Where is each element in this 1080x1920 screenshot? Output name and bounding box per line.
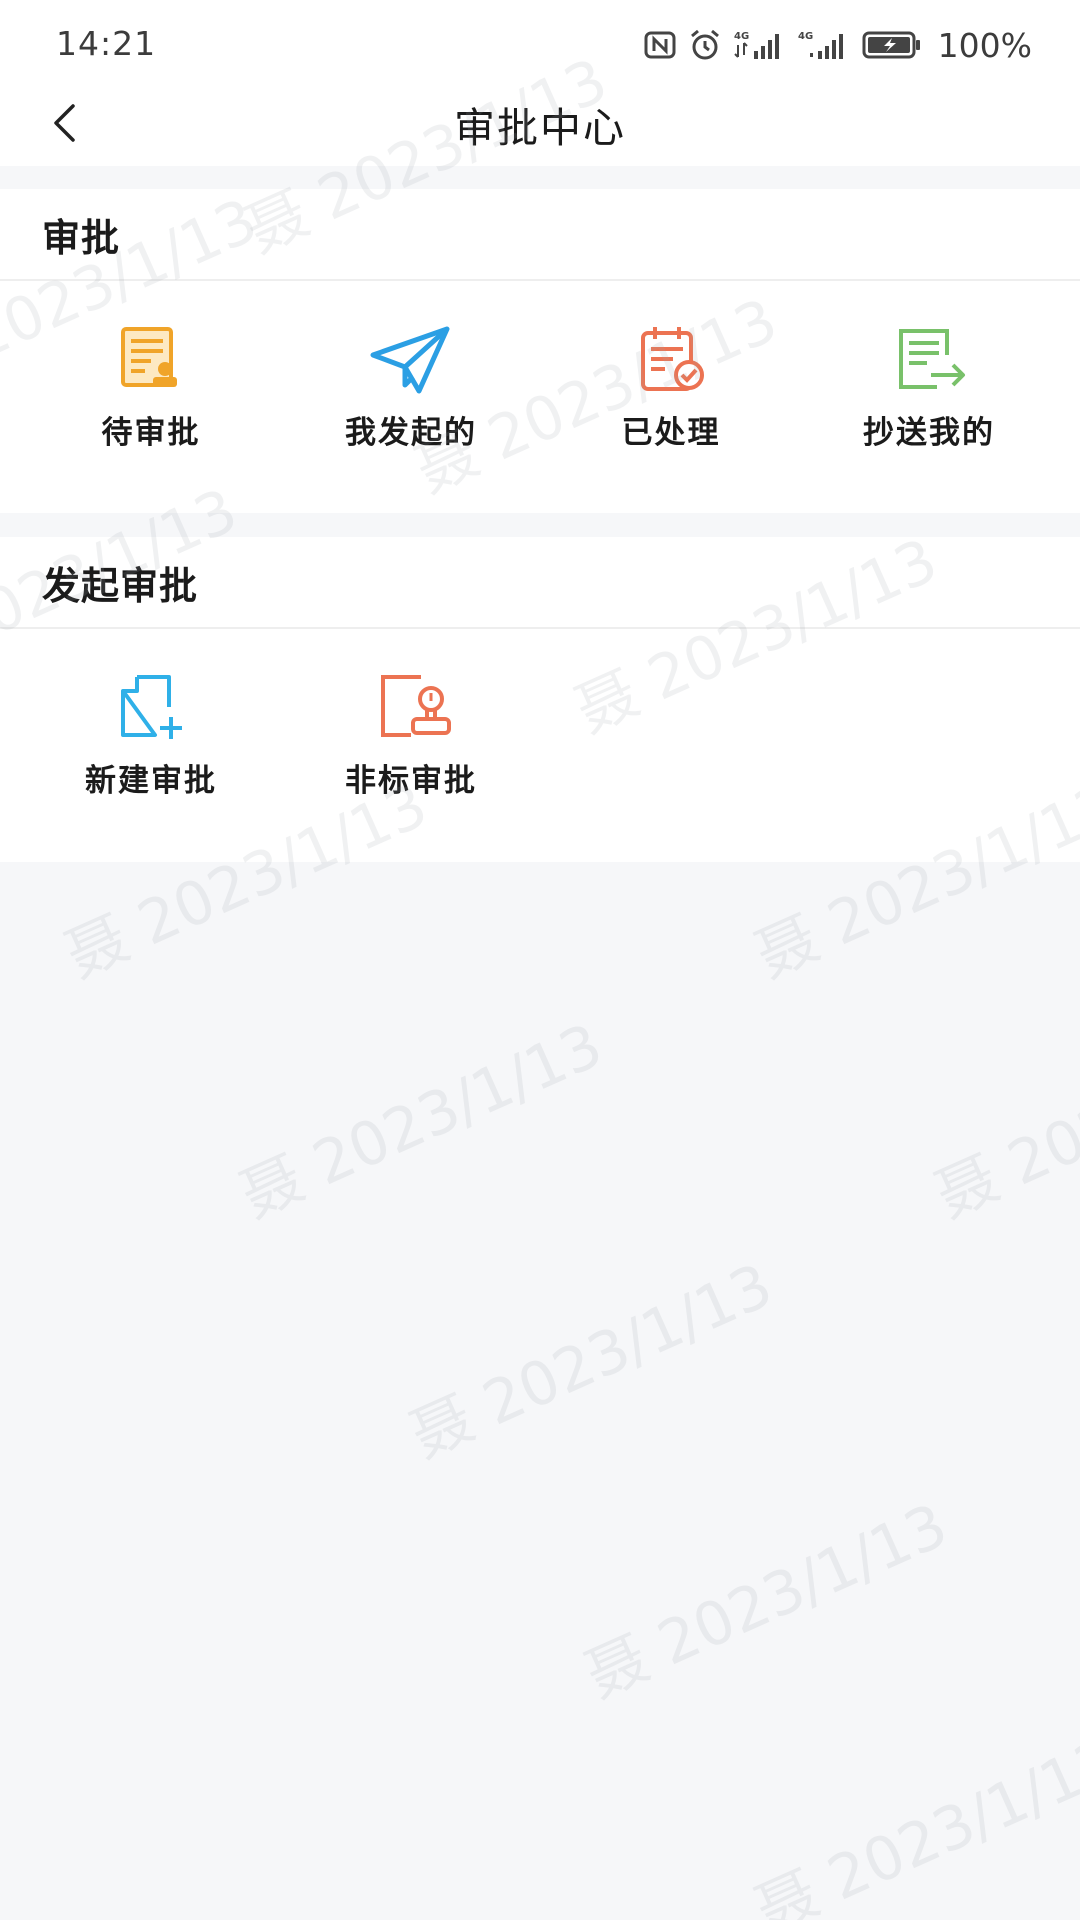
section-header: 审批 bbox=[0, 189, 1080, 281]
nfc-icon bbox=[644, 31, 676, 59]
tile-label: 待审批 bbox=[101, 415, 201, 451]
battery-percentage: 100% bbox=[937, 25, 1032, 65]
navigation-bar: 审批中心 bbox=[0, 90, 1080, 166]
initiated-by-me-button[interactable]: 我发起的 bbox=[281, 281, 541, 511]
watermark: 聂 2023/1/13 bbox=[400, 1250, 783, 1472]
alarm-icon bbox=[688, 29, 722, 61]
stamp-icon bbox=[369, 673, 453, 743]
new-approval-button[interactable]: 新建审批 bbox=[21, 629, 281, 859]
tile-label: 已处理 bbox=[621, 415, 721, 451]
pending-approval-icon bbox=[109, 325, 193, 395]
watermark: 聂 2023/1/13 bbox=[745, 1725, 1080, 1920]
page-title: 审批中心 bbox=[454, 104, 626, 152]
watermark: 聂 2023/1/13 bbox=[925, 1010, 1080, 1232]
tile-label: 新建审批 bbox=[85, 763, 217, 799]
approval-section: 审批 待审批 我发起的 已处理 抄送我的 bbox=[0, 189, 1080, 513]
watermark: 聂 2023/1/13 bbox=[575, 1490, 958, 1712]
initiate-grid: 新建审批 非标审批 bbox=[0, 629, 1080, 859]
status-time: 14:21 bbox=[56, 24, 157, 63]
tile-label: 非标审批 bbox=[345, 763, 477, 799]
paper-plane-icon bbox=[369, 325, 453, 395]
tile-label: 我发起的 bbox=[345, 415, 477, 451]
section-title: 发起审批 bbox=[42, 563, 199, 608]
document-forward-icon bbox=[887, 325, 971, 395]
initiate-approval-section: 发起审批 新建审批 非标审批 bbox=[0, 537, 1080, 862]
tile-label: 抄送我的 bbox=[863, 415, 995, 451]
new-document-icon bbox=[109, 673, 193, 743]
non-standard-approval-button[interactable]: 非标审批 bbox=[281, 629, 541, 859]
pending-approval-button[interactable]: 待审批 bbox=[21, 281, 281, 511]
section-title: 审批 bbox=[42, 215, 121, 260]
signal-4g-icon: 4G bbox=[798, 29, 850, 61]
cc-to-me-button[interactable]: 抄送我的 bbox=[799, 281, 1059, 511]
section-header: 发起审批 bbox=[0, 537, 1080, 629]
watermark: 聂 2023/1/13 bbox=[230, 1010, 613, 1232]
approval-grid: 待审批 我发起的 已处理 抄送我的 bbox=[0, 281, 1080, 511]
processed-button[interactable]: 已处理 bbox=[541, 281, 801, 511]
signal-4g-icon: 4G bbox=[734, 29, 786, 61]
svg-text:4G: 4G bbox=[798, 31, 813, 42]
calendar-check-icon bbox=[629, 325, 713, 395]
system-icons: 4G 4G 100% bbox=[644, 24, 1032, 66]
status-bar: 14:21 4G 4G 100% bbox=[0, 0, 1080, 90]
svg-text:4G: 4G bbox=[734, 31, 749, 42]
battery-charging-icon bbox=[862, 30, 922, 60]
